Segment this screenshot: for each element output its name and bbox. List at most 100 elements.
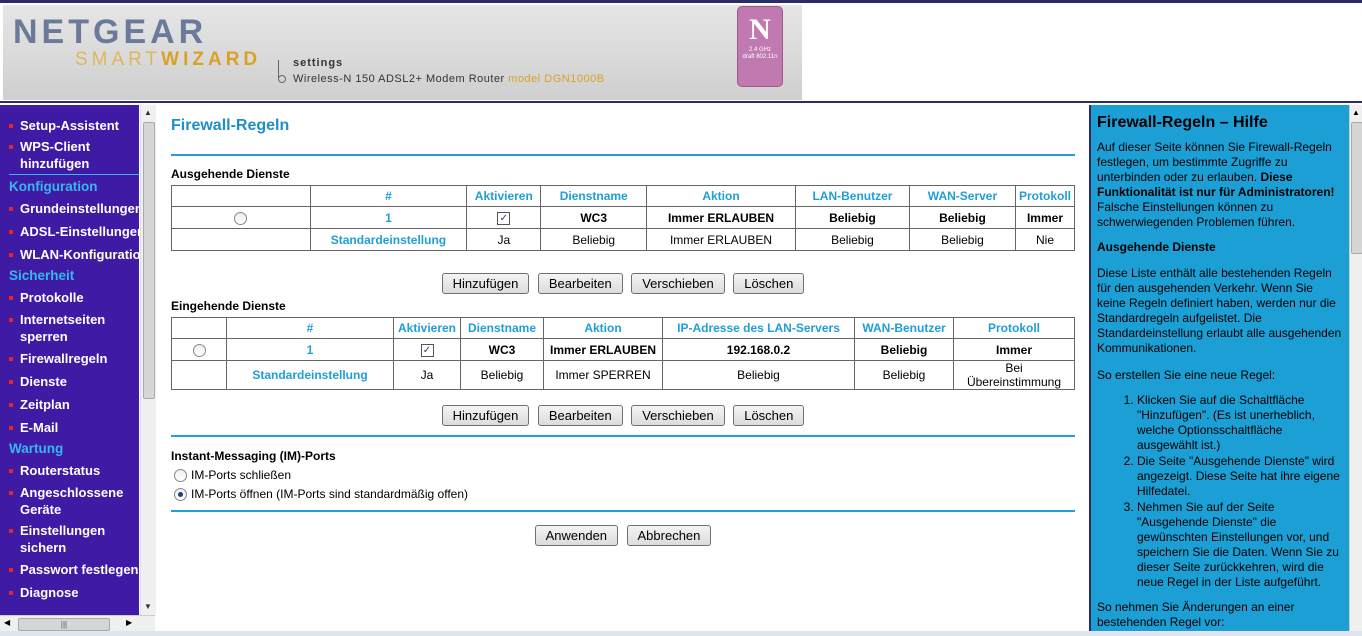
nav-label: Grundeinstellungen [20, 201, 139, 216]
lan-users: Beliebig [794, 228, 910, 251]
enable-cell: ✓ [393, 338, 461, 361]
row-select-radio[interactable] [192, 343, 206, 357]
nav-label: WPS-Client hinzufügen [20, 139, 91, 171]
table-row: 1 ✓ WC3 Immer ERLAUBEN Beliebig Beliebig… [171, 206, 1076, 229]
divider [171, 510, 1075, 512]
help-intro-tail: Falsche Einstellungen können zu schwerwi… [1097, 200, 1296, 229]
top-border [0, 0, 1362, 3]
delete-button[interactable]: Löschen [733, 273, 805, 294]
incoming-rules-table: # Aktivieren Dienstname Aktion IP-Adress… [171, 317, 1075, 390]
column-header: Aktivieren [466, 185, 542, 207]
bullet-icon [9, 124, 13, 128]
nav-setup-assistent[interactable]: Setup-Assistent [0, 117, 139, 134]
bullet-icon [9, 469, 13, 473]
help-step: Klicken Sie auf die Schaltfläche "Hinzuf… [1137, 393, 1343, 453]
badge-letter: N [749, 13, 771, 46]
help-step: Nehmen Sie auf der Seite "Ausgehende Die… [1137, 500, 1343, 590]
nav-angeschlossene-geraete[interactable]: Angeschlossene Geräte [0, 484, 139, 518]
sidebar-vertical-scrollbar[interactable]: ▲ ▼ [140, 105, 156, 615]
outgoing-section-title: Ausgehende Dienste [171, 167, 290, 181]
move-button[interactable]: Verschieben [631, 405, 725, 426]
nav-label: Protokolle [20, 290, 84, 305]
scroll-right-icon[interactable]: ▶ [126, 618, 132, 627]
nav-label: Internetseiten sperren [20, 312, 106, 344]
row-select-cell [171, 338, 227, 361]
scrollbar-thumb[interactable] [1351, 122, 1362, 254]
scroll-up-icon[interactable]: ▲ [1352, 108, 1360, 117]
nav-zeitplan[interactable]: Zeitplan [0, 396, 139, 413]
nav-diagnose[interactable]: Diagnose [0, 584, 139, 601]
table-row: 1 ✓ WC3 Immer ERLAUBEN 192.168.0.2 Belie… [171, 338, 1075, 361]
im-close-label: IM-Ports schließen [191, 468, 292, 482]
nav-label: Dienste [20, 374, 67, 389]
column-header: Dienstname [460, 317, 544, 339]
bullet-icon [9, 357, 13, 361]
service-name: WC3 [460, 338, 544, 361]
im-close-option[interactable]: IM-Ports schließen [174, 468, 291, 482]
delete-button[interactable]: Löschen [733, 405, 805, 426]
badge-frequency: 2.4 GHz [748, 47, 771, 53]
nav-adsl-einstellungen[interactable]: ADSL-Einstellungen [0, 223, 139, 240]
netgear-logo: NETGEAR [13, 13, 208, 51]
nav-grundeinstellungen[interactable]: Grundeinstellungen [0, 200, 139, 217]
bullet-icon [9, 318, 13, 322]
nav-label: ADSL-Einstellungen [20, 224, 139, 239]
scrollbar-thumb[interactable]: ||| [18, 618, 110, 631]
nav-label: Firewallregeln [20, 351, 108, 366]
outgoing-rules-table: # Aktivieren Dienstname Aktion LAN-Benut… [171, 185, 1076, 251]
nav-internetseiten-sperren[interactable]: Internetseiten sperren [0, 311, 139, 345]
help-scrollbar[interactable]: ▲ [1349, 105, 1362, 631]
im-close-radio[interactable] [174, 468, 187, 482]
enable-checkbox[interactable]: ✓ [497, 212, 511, 225]
row-select-radio[interactable] [234, 211, 248, 225]
nav-protokolle[interactable]: Protokolle [0, 289, 139, 306]
im-section-title: Instant-Messaging (IM)-Ports [171, 449, 336, 463]
scroll-left-icon[interactable]: ◀ [4, 618, 10, 627]
wan-users: Beliebig [854, 338, 954, 361]
apply-button[interactable]: Anwenden [534, 525, 619, 546]
im-open-option[interactable]: IM-Ports öffnen (IM-Ports sind standardm… [174, 487, 468, 501]
column-header: Aktion [543, 317, 663, 339]
im-open-radio[interactable] [174, 487, 187, 501]
cancel-button[interactable]: Abbrechen [626, 525, 712, 546]
scroll-down-icon[interactable]: ▼ [144, 602, 152, 611]
nav-wps-client[interactable]: WPS-Client hinzufügen [0, 138, 139, 172]
nav-label: E-Mail [20, 420, 59, 435]
bullet-icon [9, 529, 13, 533]
default-rule-label: Standardeinstellung [309, 228, 468, 251]
nav-label: Passwort festlegen [20, 562, 139, 577]
nav-routerstatus[interactable]: Routerstatus [0, 462, 139, 479]
enable-checkbox[interactable]: ✓ [420, 344, 434, 357]
nav-firewallregeln[interactable]: Firewallregeln [0, 350, 139, 367]
bullet-icon [9, 491, 13, 495]
nav-dienste[interactable]: Dienste [0, 373, 139, 390]
nav-e-mail[interactable]: E-Mail [0, 419, 139, 436]
nav-passwort-festlegen[interactable]: Passwort festlegen [0, 561, 139, 578]
service-name: Beliebig [540, 228, 648, 251]
column-header [171, 185, 311, 207]
help-steps-list: Klicken Sie auf die Schaltfläche "Hinzuf… [1091, 393, 1343, 590]
edit-button[interactable]: Bearbeiten [537, 405, 623, 426]
add-button[interactable]: Hinzufügen [441, 405, 530, 426]
add-button[interactable]: Hinzufügen [441, 273, 530, 294]
move-button[interactable]: Verschieben [631, 273, 725, 294]
nav-label: Zeitplan [20, 397, 70, 412]
nav-label: Angeschlossene Geräte [20, 485, 124, 517]
enabled-value: Ja [466, 228, 542, 251]
banner-settings-label: settings [293, 57, 344, 69]
nav-einstellungen-sichern[interactable]: Einstellungen sichern [0, 522, 139, 556]
scroll-up-icon[interactable]: ▲ [144, 108, 152, 117]
wan-servers: Beliebig [908, 206, 1016, 229]
scrollbar-thumb[interactable] [143, 122, 155, 399]
column-header: IP-Adresse des LAN-Servers [662, 317, 855, 339]
nav-wlan-konfiguration[interactable]: WLAN-Konfiguration [0, 246, 139, 263]
column-header: Aktion [646, 185, 796, 207]
logo-smart: SMART [75, 49, 162, 70]
edit-button[interactable]: Bearbeiten [537, 273, 623, 294]
outgoing-button-row: Hinzufügen Bearbeiten Verschieben Lösche… [171, 273, 1075, 294]
table-header-row: # Aktivieren Dienstname Aktion IP-Adress… [171, 317, 1075, 339]
column-header [171, 317, 227, 339]
help-paragraph: So erstellen Sie eine neue Regel: [1097, 368, 1276, 382]
rule-action: Immer ERLAUBEN [543, 338, 663, 361]
bullet-icon [9, 145, 13, 149]
